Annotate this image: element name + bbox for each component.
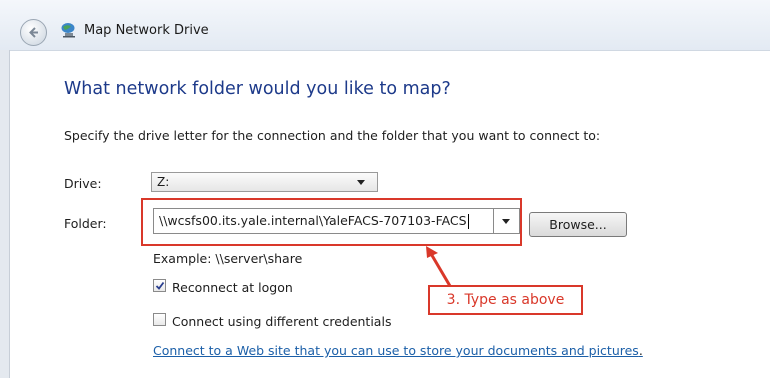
web-site-link-text[interactable]: Connect to a Web site that you can use t… [153, 343, 639, 358]
reconnect-checkbox[interactable] [153, 279, 166, 292]
chevron-down-icon [357, 180, 365, 185]
instructions-text: Specify the drive letter for the connect… [64, 128, 601, 143]
window-title: Map Network Drive [84, 23, 209, 38]
web-site-link-period: . [638, 343, 643, 358]
title-bar: Map Network Drive [0, 0, 770, 51]
different-credentials-label[interactable]: Connect using different credentials [172, 314, 391, 329]
browse-button[interactable]: Browse... [529, 212, 627, 237]
annotation-callout: 3. Type as above [428, 285, 583, 315]
checkmark-icon [155, 281, 165, 290]
reconnect-label[interactable]: Reconnect at logon [172, 280, 293, 295]
back-arrow-icon [29, 27, 38, 38]
drive-select[interactable]: Z: [151, 172, 378, 192]
window-left-border [0, 50, 10, 378]
highlight-box [141, 198, 522, 246]
network-drive-icon [61, 23, 75, 38]
folder-example: Example: \\server\share [153, 251, 303, 266]
page-heading: What network folder would you like to ma… [64, 79, 451, 99]
back-button[interactable] [20, 19, 47, 46]
drive-label: Drive: [64, 176, 102, 191]
folder-label: Folder: [64, 216, 107, 231]
web-site-link[interactable]: Connect to a Web site that you can use t… [153, 343, 643, 358]
drive-select-value: Z: [157, 175, 170, 189]
annotation-arrow-icon [426, 246, 452, 287]
different-credentials-checkbox[interactable] [153, 313, 166, 326]
